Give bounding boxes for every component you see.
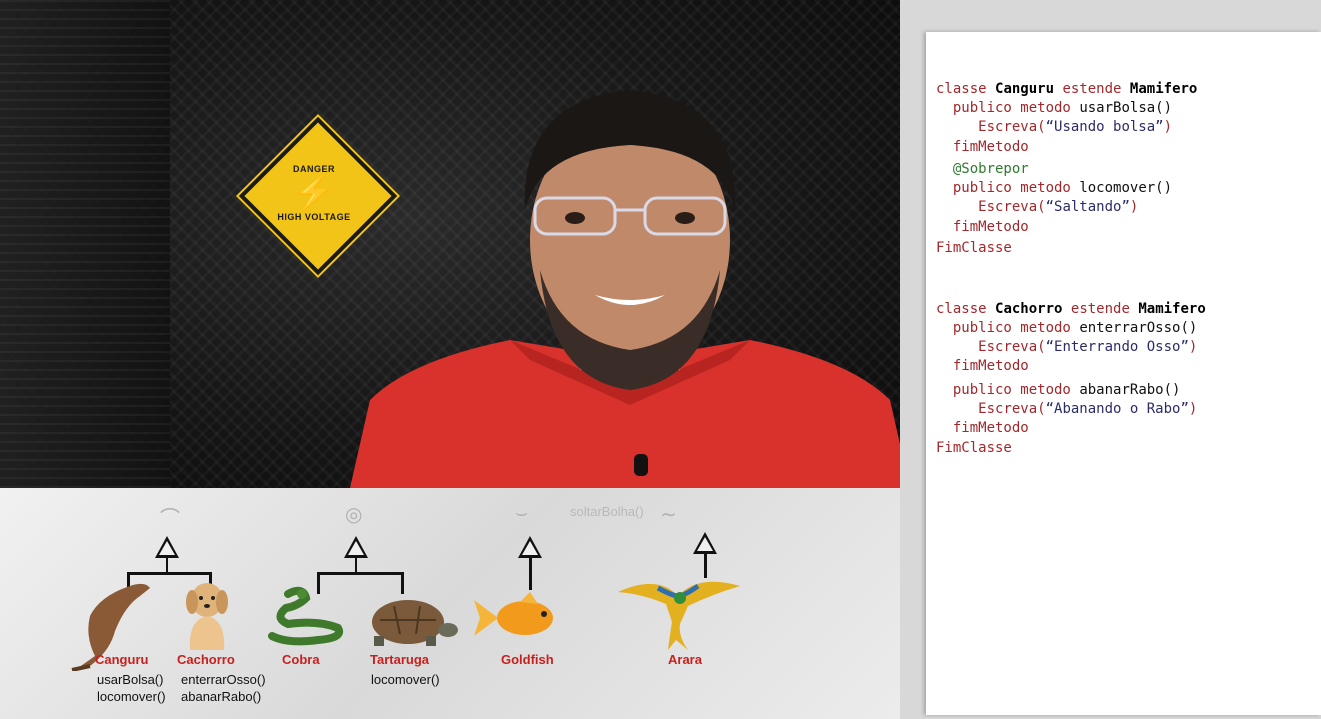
parent-class-name: Mamifero bbox=[1129, 81, 1198, 97]
keyword: fimMetodo bbox=[952, 219, 1029, 235]
inheritance-arrow bbox=[344, 536, 368, 558]
code-line: publico metodo enterrarOsso() bbox=[936, 320, 1197, 336]
class-name: Cachorro bbox=[995, 301, 1063, 317]
class-label-cobra: Cobra bbox=[282, 652, 320, 667]
keyword: classe bbox=[936, 301, 987, 317]
method-text: locomover() bbox=[97, 689, 166, 704]
class-label-goldfish: Goldfish bbox=[501, 652, 554, 667]
code-line: FimClasse bbox=[936, 440, 1012, 456]
connector bbox=[529, 558, 532, 590]
keyword: publico metodo bbox=[952, 180, 1071, 196]
keyword: ) bbox=[1129, 199, 1139, 215]
connector bbox=[355, 558, 357, 572]
class-label-canguru: Canguru bbox=[95, 652, 149, 667]
string-literal: “Abanando o Rabo” bbox=[1045, 401, 1189, 417]
video-frame: DANGER ⚡ HIGH VOLTAGE bbox=[0, 0, 900, 488]
parent-class-name: Mamifero bbox=[1138, 301, 1206, 317]
faded-icon: ⌒ bbox=[160, 508, 180, 530]
faded-icon: ⌣ bbox=[515, 502, 529, 524]
sign-top-text: DANGER bbox=[292, 164, 335, 174]
code-line: classe Canguru estende Mamifero bbox=[936, 81, 1197, 97]
class-diagram: ⌒ ◎ ⌣ soltarBolha() ∼ Canguru Cachorro C… bbox=[0, 488, 900, 719]
class-label-arara: Arara bbox=[668, 652, 702, 667]
method-text: usarBolsa() bbox=[97, 672, 164, 687]
lapel-microphone bbox=[634, 454, 648, 476]
code-line: fimMetodo bbox=[936, 420, 1029, 436]
method-name: enterrarOsso() bbox=[1079, 320, 1198, 336]
string-literal: “Enterrando Osso” bbox=[1045, 339, 1189, 355]
turtle-icon bbox=[372, 600, 458, 646]
code-line: Escreva(“Enterrando Osso”) bbox=[936, 339, 1197, 355]
connector bbox=[166, 558, 168, 572]
faded-icon: ◎ bbox=[345, 504, 363, 526]
code-line: @Sobrepor bbox=[936, 161, 1029, 177]
code-line: publico metodo abanarRabo() bbox=[936, 382, 1181, 398]
method-name: abanarRabo() bbox=[1079, 382, 1181, 398]
keyword: FimClasse bbox=[936, 440, 1012, 456]
class-label-tartaruga: Tartaruga bbox=[370, 652, 429, 667]
keyword: estende bbox=[1062, 81, 1122, 97]
dog-icon bbox=[186, 583, 228, 650]
keyword: publico metodo bbox=[952, 320, 1071, 336]
keyword: Escreva( bbox=[978, 199, 1046, 215]
code-line: Escreva(“Saltando”) bbox=[936, 199, 1138, 215]
keyword: fimMetodo bbox=[952, 139, 1029, 155]
code-line: Escreva(“Abanando o Rabo”) bbox=[936, 401, 1197, 417]
string-literal: “Saltando” bbox=[1045, 199, 1130, 215]
code-line: classe Cachorro estende Mamifero bbox=[936, 301, 1206, 317]
acoustic-foam bbox=[0, 0, 170, 488]
method-name: locomover() bbox=[1079, 180, 1173, 196]
keyword: FimClasse bbox=[936, 240, 1012, 256]
keyword: classe bbox=[936, 81, 987, 97]
macaw-icon bbox=[618, 581, 740, 650]
code-line: FimClasse bbox=[936, 240, 1012, 256]
inheritance-arrow bbox=[518, 536, 542, 558]
method-text: locomover() bbox=[371, 672, 440, 687]
connector bbox=[401, 572, 404, 594]
sign-bottom-text: HIGH VOLTAGE bbox=[277, 212, 351, 222]
method-text: enterrarOsso() bbox=[181, 672, 266, 687]
connector bbox=[317, 572, 404, 575]
keyword: estende bbox=[1070, 301, 1130, 317]
keyword: ) bbox=[1188, 401, 1198, 417]
code-line: fimMetodo bbox=[936, 139, 1029, 155]
annotation: @Sobrepor bbox=[952, 161, 1029, 177]
keyword: ) bbox=[1188, 339, 1198, 355]
electric-creature-icon: ⚡ bbox=[292, 174, 336, 212]
keyword: Escreva( bbox=[978, 401, 1046, 417]
goldfish-icon bbox=[474, 592, 553, 636]
snake-icon bbox=[268, 586, 343, 646]
faded-method-text: soltarBolha() bbox=[570, 504, 644, 519]
presenter bbox=[350, 90, 900, 488]
class-name: Canguru bbox=[995, 81, 1055, 97]
class-label-cachorro: Cachorro bbox=[177, 652, 235, 667]
keyword: Escreva( bbox=[978, 339, 1046, 355]
method-text: abanarRabo() bbox=[181, 689, 262, 704]
keyword: fimMetodo bbox=[952, 420, 1029, 436]
keyword: fimMetodo bbox=[952, 358, 1029, 374]
code-line: publico metodo usarBolsa() bbox=[936, 100, 1172, 116]
keyword: ) bbox=[1163, 119, 1173, 135]
inheritance-arrow bbox=[693, 532, 717, 554]
keyword: publico metodo bbox=[952, 100, 1071, 116]
keyword: publico metodo bbox=[952, 382, 1071, 398]
inheritance-arrow bbox=[155, 536, 179, 558]
string-literal: “Usando bolsa” bbox=[1045, 119, 1164, 135]
code-line: Escreva(“Usando bolsa”) bbox=[936, 119, 1172, 135]
code-line: fimMetodo bbox=[936, 358, 1029, 374]
keyword: Escreva( bbox=[978, 119, 1046, 135]
connector bbox=[127, 572, 212, 575]
code-line: fimMetodo bbox=[936, 219, 1029, 235]
code-line: publico metodo locomover() bbox=[936, 180, 1172, 196]
method-name: usarBolsa() bbox=[1079, 100, 1173, 116]
faded-icon: ∼ bbox=[660, 504, 677, 526]
